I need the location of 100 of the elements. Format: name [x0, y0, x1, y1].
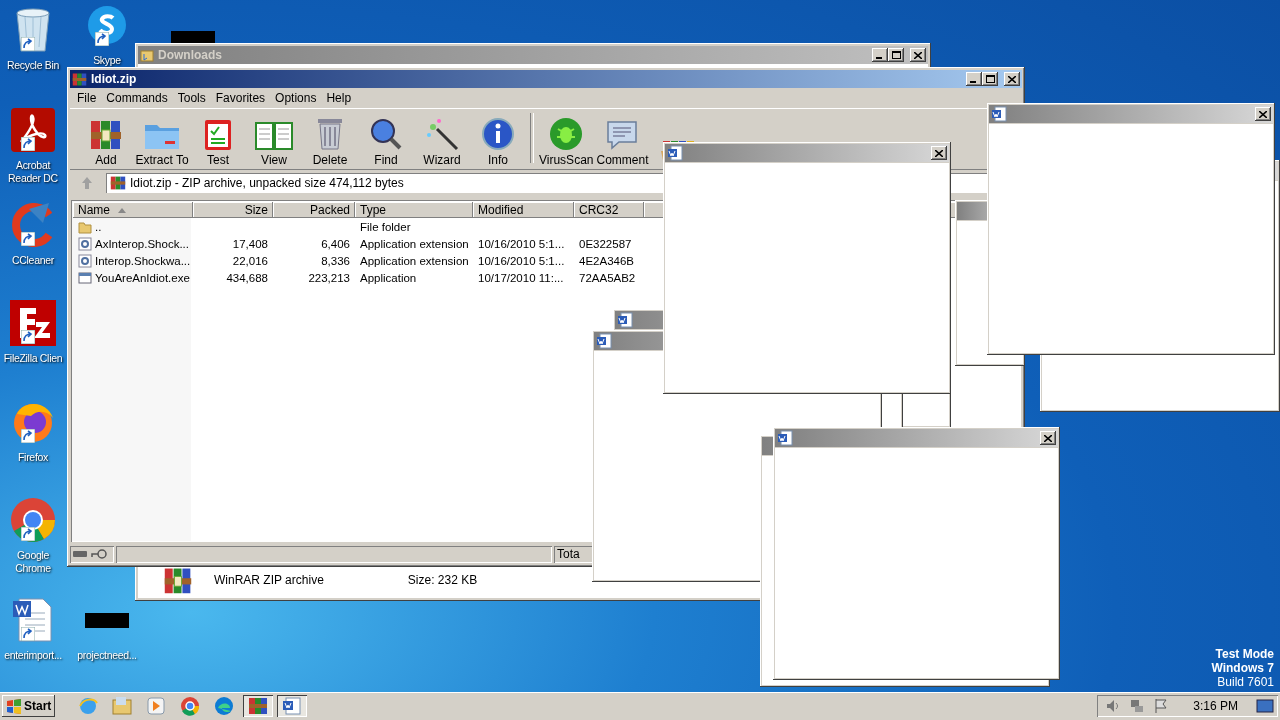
table-cell: 223,213 — [308, 271, 350, 284]
show-desktop-icon — [1256, 698, 1274, 714]
filezilla-icon — [10, 300, 56, 346]
window-title: Idiot.zip — [91, 72, 138, 86]
program-window-icon — [78, 270, 92, 285]
minimize-button[interactable] — [966, 72, 982, 86]
table-cell: 10/17/2010 11:... — [478, 271, 564, 284]
word-document-icon — [991, 106, 1007, 122]
word-document-icon — [667, 145, 683, 161]
table-cell: 17,408 — [232, 237, 268, 250]
taskbar-button[interactable] — [243, 695, 274, 717]
toolbar-button[interactable]: Extract To — [134, 111, 190, 167]
minimize-button[interactable] — [872, 48, 888, 62]
table-cell: File folder — [360, 220, 411, 233]
desktop-icon-label[interactable]: Recycle Bin — [6, 59, 60, 72]
os-notice-text: Windows 7 — [1211, 661, 1274, 675]
table-cell: 434,688 — [226, 271, 268, 284]
toolbar-button[interactable]: VirusScan — [538, 111, 595, 167]
speech-bubble-icon — [605, 119, 640, 151]
folder-icon — [78, 219, 92, 234]
window-title: Downloads — [158, 48, 222, 62]
maximize-button[interactable] — [888, 48, 904, 62]
table-cell: 6,406 — [321, 237, 350, 250]
menu-item[interactable]: Help — [321, 91, 357, 105]
desktop-icon-label[interactable]: FileZilla Clien — [3, 352, 63, 365]
folder-icon — [140, 48, 154, 62]
desktop-icon-label[interactable]: Acrobat Reader DC — [0, 159, 66, 185]
column-header[interactable]: Modified — [473, 202, 574, 218]
os-notice-text: Build 7601 — [1217, 675, 1274, 689]
maximize-button[interactable] — [982, 72, 998, 86]
acrobat-icon — [11, 108, 55, 152]
ccleaner-icon — [11, 203, 55, 247]
shortcut-arrow-icon — [21, 330, 35, 344]
close-button[interactable] — [910, 48, 926, 63]
column-header[interactable]: Size — [193, 202, 273, 218]
shortcut-arrow-icon — [21, 527, 35, 541]
clipboard-check-icon — [203, 117, 233, 151]
toolbar-button[interactable]: View — [246, 111, 302, 167]
word-window-icon — [282, 696, 303, 716]
column-header[interactable]: Name — [73, 202, 193, 218]
start-button[interactable]: Start — [2, 695, 56, 717]
shortcut-arrow-icon — [21, 232, 35, 246]
menu-item[interactable]: File — [72, 91, 102, 105]
menu-item[interactable]: Options — [270, 91, 322, 105]
edge-icon — [214, 696, 235, 716]
column-header[interactable]: CRC32 — [574, 202, 644, 218]
column-header[interactable]: Packed — [273, 202, 355, 218]
magic-wand-icon — [425, 117, 459, 151]
close-icon — [935, 149, 943, 157]
close-icon — [1044, 434, 1052, 442]
toolbar-button[interactable]: Info — [470, 111, 526, 167]
archive-books-icon — [248, 696, 269, 716]
table-cell: Application extension — [360, 237, 469, 250]
open-book-icon — [254, 119, 294, 151]
close-icon — [1259, 110, 1267, 118]
shortcut-arrow-icon — [21, 627, 35, 641]
close-button[interactable] — [1040, 431, 1056, 445]
toolbar-button[interactable]: Find — [358, 111, 414, 167]
flag-icon — [1153, 698, 1170, 714]
toolbar-button[interactable]: Comment — [594, 111, 651, 167]
close-button[interactable] — [931, 146, 947, 160]
drive-icon — [73, 550, 87, 558]
shortcut-arrow-icon — [21, 137, 35, 151]
desktop-icon-label[interactable]: Skype — [93, 54, 121, 67]
table-cell[interactable]: AxInterop.Shock... — [95, 237, 189, 250]
magnifier-icon — [369, 117, 403, 151]
close-button[interactable] — [1004, 72, 1020, 87]
table-cell: Application — [360, 271, 417, 284]
toolbar-button[interactable]: Delete — [302, 111, 358, 167]
toolbar-button[interactable]: Wizard — [414, 111, 470, 167]
toolbar-button[interactable]: Add — [78, 111, 134, 167]
table-cell[interactable]: Interop.Shockwa... — [95, 254, 191, 267]
maximize-icon — [891, 51, 901, 59]
toolbar-button[interactable]: Test — [190, 111, 246, 167]
table-cell[interactable]: YouAreAnIdiot.exe — [95, 271, 190, 284]
word-document-icon — [596, 333, 612, 349]
maximize-icon — [985, 75, 995, 83]
taskbar-button[interactable] — [277, 695, 308, 717]
redacted-icon — [85, 612, 129, 628]
gear-document-icon — [78, 253, 92, 268]
table-cell: 72AA5AB2 — [579, 271, 636, 284]
info-icon — [481, 117, 515, 151]
clock[interactable]: 3:16 PM — [1193, 699, 1238, 713]
table-cell: 10/16/2010 5:1... — [478, 237, 565, 250]
column-header[interactable]: Type — [355, 202, 473, 218]
menu-item[interactable]: Favorites — [210, 91, 271, 105]
archive-books-icon — [72, 71, 87, 87]
desktop-icon-label[interactable]: CCleaner — [12, 254, 54, 267]
close-icon — [1008, 75, 1016, 83]
close-button[interactable] — [1255, 107, 1271, 121]
windows-logo-icon — [6, 698, 22, 714]
menu-item[interactable]: Tools — [172, 91, 211, 105]
shortcut-arrow-icon — [21, 37, 35, 51]
table-cell[interactable]: .. — [95, 220, 102, 233]
menu-item[interactable]: Commands — [101, 91, 173, 105]
archive-books-icon — [110, 175, 126, 191]
shortcut-arrow-icon — [21, 429, 35, 443]
word-document-icon — [617, 312, 633, 328]
table-cell: Application extension — [360, 254, 469, 267]
file-type: WinRAR ZIP archive — [214, 573, 324, 587]
